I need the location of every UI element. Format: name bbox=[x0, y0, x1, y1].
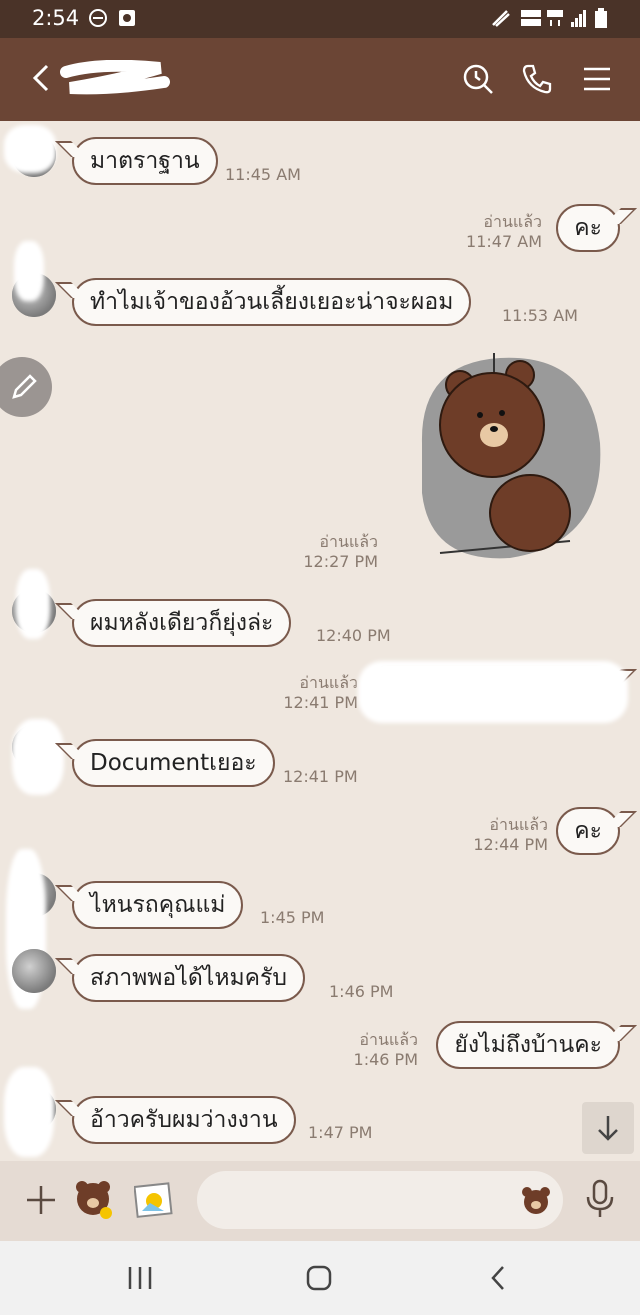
message-bubble[interactable]: ผมหลังเดียวก็ยุ่งล่ะ bbox=[72, 599, 292, 647]
message-time: 12:40 PM bbox=[316, 626, 391, 645]
status-bar: 2:54 bbox=[0, 0, 640, 38]
avatar-redaction bbox=[16, 569, 50, 639]
plus-icon[interactable] bbox=[24, 1183, 58, 1217]
pencil-icon bbox=[12, 374, 37, 399]
message-bubble[interactable]: มาตราฐาน bbox=[72, 137, 218, 185]
message-bubble[interactable]: สภาพพอได้ไหมครับ bbox=[72, 954, 305, 1002]
read-receipt: อ่านแล้ว bbox=[489, 815, 548, 834]
read-receipt: อ่านแล้ว bbox=[319, 532, 378, 551]
read-receipt: อ่านแล้ว bbox=[483, 212, 542, 231]
message-time: 11:45 AM bbox=[225, 165, 301, 184]
message-bubble[interactable]: ทำไมเจ้าของอ้วนเลี้ยงเยอะน่าจะผอม bbox=[72, 278, 472, 326]
phone-icon[interactable] bbox=[520, 62, 554, 96]
back-nav-icon[interactable] bbox=[478, 1263, 518, 1293]
message-input-bar bbox=[0, 1161, 640, 1241]
message-time: 12:41 PM bbox=[283, 693, 358, 712]
avatar-redaction bbox=[4, 1067, 54, 1157]
avatar-redaction bbox=[4, 125, 56, 173]
message-bubble[interactable]: ยังไม่ถึงบ้านคะ bbox=[436, 1021, 620, 1069]
scroll-to-bottom-button[interactable] bbox=[582, 1102, 634, 1154]
contact-name[interactable] bbox=[60, 59, 170, 96]
avatar[interactable] bbox=[12, 949, 56, 993]
avatar-redaction bbox=[14, 241, 44, 301]
message-time: 11:47 AM bbox=[466, 232, 542, 251]
edit-button[interactable] bbox=[0, 357, 52, 417]
microphone-icon[interactable] bbox=[584, 1179, 616, 1219]
system-nav-bar bbox=[0, 1241, 640, 1315]
message-time: 12:44 PM bbox=[473, 835, 548, 854]
message-input[interactable] bbox=[197, 1171, 563, 1229]
signal-boost-icon bbox=[492, 10, 510, 27]
message-bubble[interactable]: คะ bbox=[556, 204, 620, 252]
read-receipt: อ่านแล้ว bbox=[359, 1030, 418, 1049]
message-time: 1:46 PM bbox=[353, 1050, 418, 1069]
message-time: 1:46 PM bbox=[329, 982, 394, 1001]
arrow-down-icon bbox=[598, 1116, 618, 1141]
brown-bear-sad-sticker[interactable] bbox=[410, 353, 606, 563]
avatar-redaction bbox=[12, 719, 64, 795]
bear-emoji-icon[interactable] bbox=[520, 1185, 552, 1215]
message-bubble[interactable]: ไหนรถคุณแม่ bbox=[72, 881, 244, 929]
do-not-disturb-icon bbox=[89, 9, 107, 27]
message-redaction bbox=[358, 661, 628, 723]
lte-icon bbox=[547, 10, 563, 26]
recent-apps-icon[interactable] bbox=[120, 1263, 160, 1293]
message-time: 12:41 PM bbox=[283, 767, 358, 786]
message-time: 11:53 AM bbox=[502, 306, 578, 325]
chat-message-list[interactable]: มาตราฐาน 11:45 AM อ่านแล้ว 11:47 AM คะ ท… bbox=[0, 121, 640, 1161]
chat-header bbox=[0, 38, 640, 121]
hamburger-menu-icon[interactable] bbox=[580, 62, 614, 96]
brown-bear-sticker-icon[interactable] bbox=[72, 1177, 116, 1221]
battery-icon bbox=[595, 8, 607, 28]
message-time: 12:27 PM bbox=[303, 552, 378, 571]
status-time: 2:54 bbox=[32, 6, 80, 30]
image-icon[interactable] bbox=[134, 1181, 174, 1219]
read-receipt: อ่านแล้ว bbox=[299, 673, 358, 692]
cell-signal-icon bbox=[571, 10, 586, 27]
volte-icon bbox=[521, 10, 541, 26]
name-redaction-scribble bbox=[60, 59, 170, 95]
message-bubble[interactable]: คะ bbox=[556, 807, 620, 855]
screen-record-icon bbox=[119, 10, 135, 26]
home-icon[interactable] bbox=[299, 1263, 339, 1293]
message-bubble[interactable]: อ้าวครับผมว่างงาน bbox=[72, 1096, 296, 1144]
message-bubble[interactable]: Documentเยอะ bbox=[72, 739, 275, 787]
search-history-icon[interactable] bbox=[461, 62, 495, 96]
message-time: 1:47 PM bbox=[308, 1123, 373, 1142]
chevron-left-icon[interactable] bbox=[30, 63, 52, 93]
message-time: 1:45 PM bbox=[260, 908, 325, 927]
